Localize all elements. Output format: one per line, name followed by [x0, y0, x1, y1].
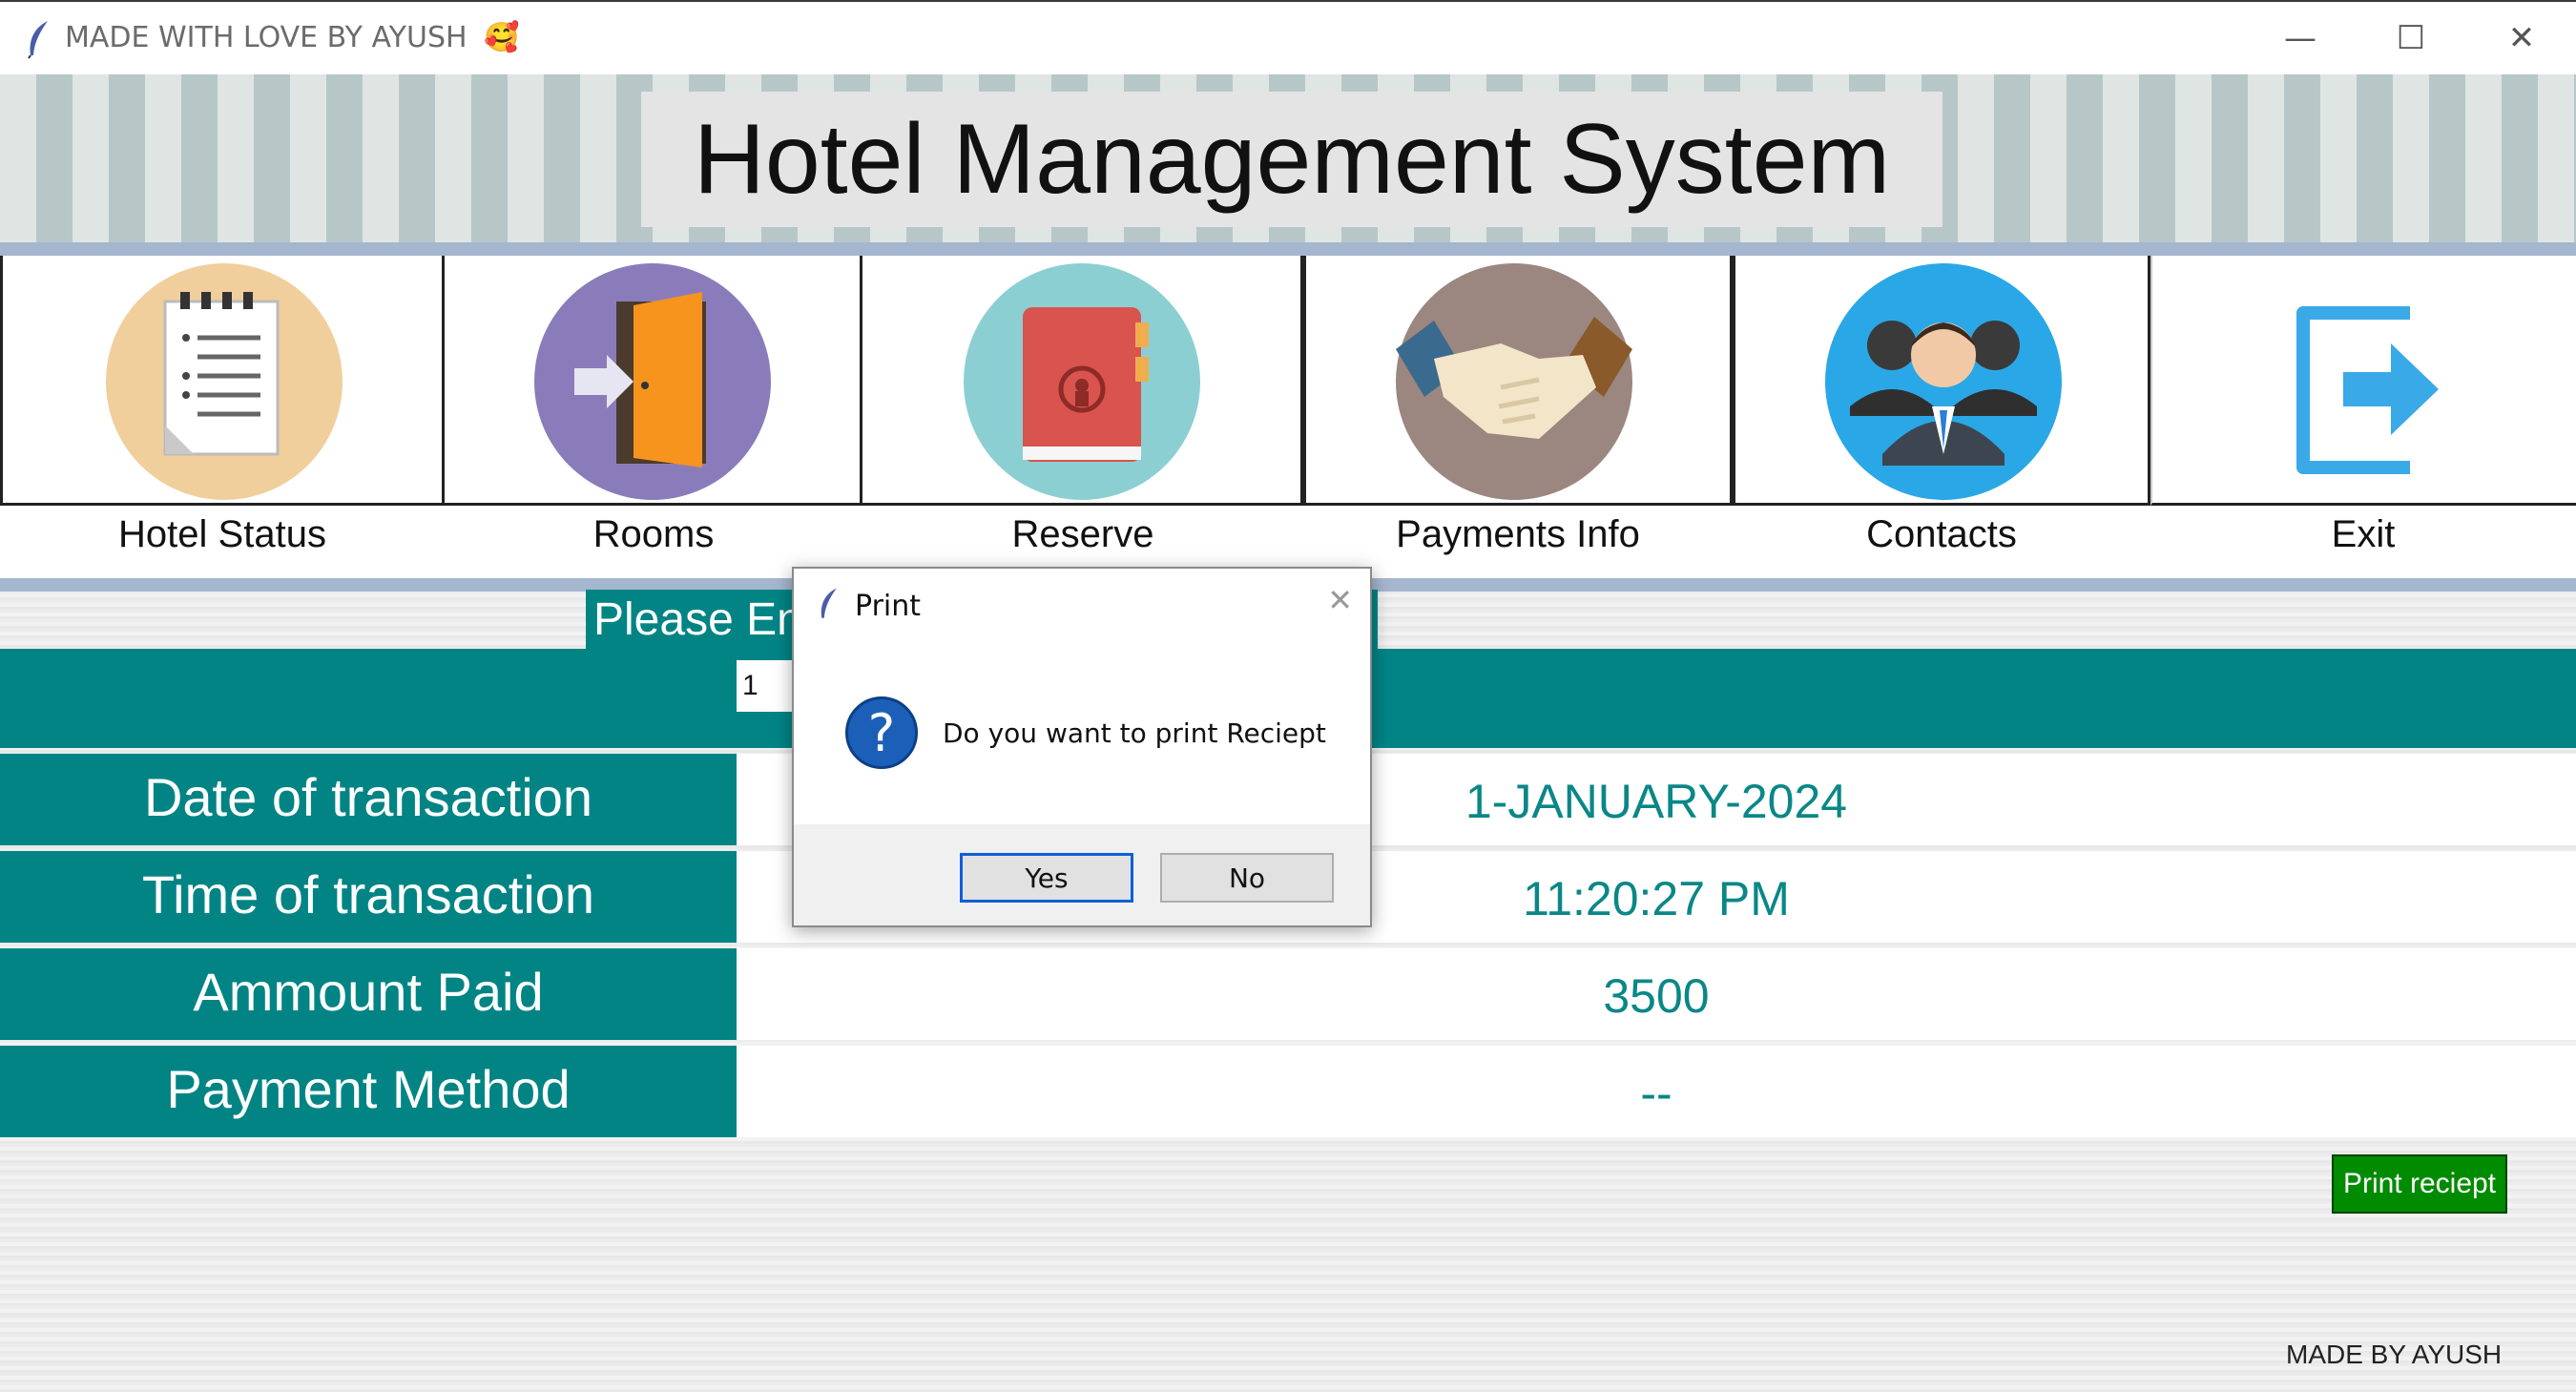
- handshake-icon[interactable]: [1396, 263, 1632, 500]
- info-row-amount: Ammount Paid 3500: [0, 948, 2576, 1040]
- print-dialog: Print ✕ ? Do you want to print Reciept Y…: [792, 567, 1372, 927]
- nav-label[interactable]: Rooms: [445, 513, 862, 556]
- maximize-button[interactable]: ☐: [2358, 2, 2463, 74]
- notepad-icon[interactable]: [106, 263, 343, 500]
- dialog-message: Do you want to print Reciept: [943, 717, 1326, 749]
- nav-label[interactable]: Contacts: [1733, 513, 2150, 556]
- feather-icon: [821, 588, 837, 618]
- question-icon: ?: [845, 696, 918, 769]
- feather-icon: [28, 21, 48, 59]
- smiley-icon: 🥰: [484, 21, 520, 54]
- nav-item-payments-info[interactable]: Payments Info: [1303, 256, 1733, 578]
- people-icon[interactable]: [1825, 263, 2062, 500]
- header-banner: Hotel Management System: [0, 74, 2576, 242]
- nav-icon-cell[interactable]: [0, 256, 445, 506]
- dialog-title: Print: [855, 590, 922, 623]
- nav-icon-cell[interactable]: [1733, 256, 2150, 506]
- info-row-method: Payment Method --: [0, 1046, 2576, 1137]
- info-row-label: Ammount Paid: [0, 948, 737, 1040]
- info-row-label: Time of transaction: [0, 851, 737, 943]
- nav-item-rooms[interactable]: Rooms: [445, 256, 862, 578]
- nav-icon-cell[interactable]: [1303, 256, 1733, 506]
- info-row-label: Date of transaction: [0, 754, 737, 845]
- nav-label[interactable]: Hotel Status: [0, 513, 445, 556]
- nav-icon-cell[interactable]: [445, 256, 862, 506]
- footer-credit: MADE BY AYUSH: [2286, 1340, 2503, 1369]
- dialog-footer: Yes No: [794, 824, 1370, 925]
- nav-icon-cell[interactable]: [2150, 256, 2576, 506]
- no-button[interactable]: No: [1160, 853, 1334, 903]
- close-button[interactable]: ✕: [2469, 2, 2574, 74]
- nav-item-contacts[interactable]: Contacts: [1733, 256, 2150, 578]
- nav-icon-cell[interactable]: [862, 256, 1303, 506]
- nav-item-reserve[interactable]: Reserve: [862, 256, 1303, 578]
- door-icon[interactable]: [534, 263, 771, 500]
- nav-item-hotel-status[interactable]: Hotel Status: [0, 256, 445, 578]
- window-title-text: MADE WITH LOVE BY AYUSH: [65, 21, 467, 54]
- nav-label[interactable]: Exit: [2150, 513, 2576, 556]
- banner-divider: [0, 242, 2576, 256]
- nav-label[interactable]: Payments Info: [1303, 513, 1733, 556]
- exit-icon[interactable]: [2248, 263, 2484, 500]
- title-bar: MADE WITH LOVE BY AYUSH 🥰 — ☐ ✕: [0, 0, 2576, 74]
- info-row-value: 3500: [737, 948, 2576, 1040]
- header-title-box: Hotel Management System: [641, 92, 1942, 227]
- window-title: MADE WITH LOVE BY AYUSH 🥰: [65, 21, 519, 54]
- dialog-close-button[interactable]: ✕: [1327, 582, 1353, 618]
- yes-button[interactable]: Yes: [960, 853, 1133, 903]
- info-row-value: --: [737, 1046, 2576, 1137]
- room-number-input[interactable]: 1: [737, 660, 796, 712]
- app-window: MADE WITH LOVE BY AYUSH 🥰 — ☐ ✕ Hotel Ma…: [0, 0, 2576, 1392]
- book-icon[interactable]: [964, 263, 1200, 500]
- print-receipt-button[interactable]: Print reciept: [2332, 1154, 2507, 1214]
- page-title: Hotel Management System: [693, 103, 1891, 215]
- nav-label[interactable]: Reserve: [862, 513, 1303, 556]
- nav-item-exit[interactable]: Exit: [2150, 256, 2576, 578]
- info-row-label: Payment Method: [0, 1046, 737, 1137]
- minimize-button[interactable]: —: [2248, 2, 2353, 74]
- nav-bar: Hotel Status Rooms Reserve Payments Info…: [0, 256, 2576, 578]
